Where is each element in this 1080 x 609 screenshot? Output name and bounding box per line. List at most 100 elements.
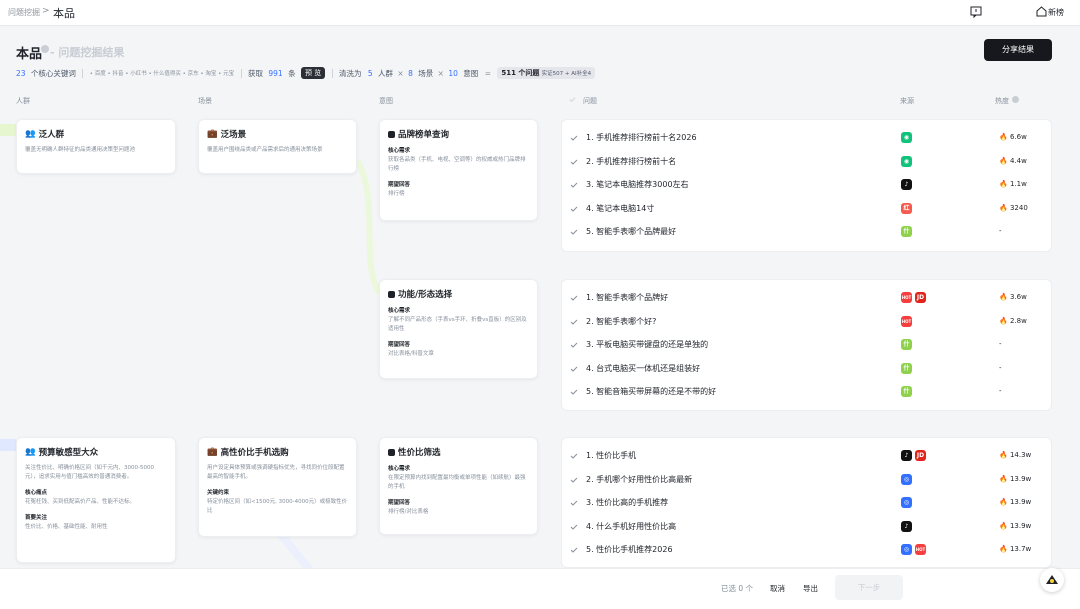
- row-checkbox[interactable]: [570, 181, 578, 189]
- question-row[interactable]: 2. 手机哪个好用性价比高最新 ◎ 🔥 13.9w: [562, 469, 1053, 491]
- tiktok-icon[interactable]: ♪: [901, 179, 912, 190]
- redtag-icon[interactable]: HOT: [901, 315, 912, 327]
- row-checkbox[interactable]: [570, 341, 578, 349]
- scene-card-desc: 覆盖用户围绕品类或产品需求后的通用决策场景: [207, 147, 323, 153]
- intent-card-title: 品牌榜单查询: [388, 128, 529, 140]
- question-panel-3: 1. 性价比手机 ♪ JD 🔥 14.3w 2. 手机哪个好用性价比高最新 ◎ 🔥 13.9…: [561, 437, 1052, 568]
- intent-card-brand-ranking[interactable]: 品牌榜单查询 核心需求 获取各品类（手机、电视、空调等）的权威或热门品牌排行榜 …: [379, 119, 538, 221]
- preview-button[interactable]: 预 览: [300, 67, 326, 79]
- question-row[interactable]: 5. 智能手表哪个品牌最好 什 -: [562, 221, 1053, 243]
- intent-count: 10: [448, 68, 458, 78]
- row-checkbox[interactable]: [570, 523, 578, 531]
- export-button[interactable]: 导出: [803, 583, 818, 594]
- question-row[interactable]: 1. 智能手表哪个品牌好 HOT JD 🔥 3.6w: [562, 287, 1053, 309]
- clean-label: 清洗为: [338, 68, 362, 78]
- question-row[interactable]: 1. 性价比手机 ♪ JD 🔥 14.3w: [562, 445, 1053, 467]
- home-icon[interactable]: [1036, 6, 1047, 17]
- question-row[interactable]: 5. 性价比手机推荐2026 ◎ HOT 🔥 13.7w: [562, 539, 1053, 561]
- heat-number: 13.9w: [1009, 474, 1032, 483]
- question-row[interactable]: 2. 手机推荐排行榜前十名 ◉ 🔥 4.4w: [562, 151, 1053, 173]
- row-checkbox[interactable]: [570, 476, 578, 484]
- row-checkbox[interactable]: [570, 134, 578, 142]
- chat-icon[interactable]: ◉: [901, 155, 912, 167]
- core-need-text: 获取各品类（手机、电视、空调等）的权威或热门品牌排行榜: [388, 157, 526, 172]
- flame-icon: 🔥: [999, 521, 1010, 530]
- question-text: 3. 笔记本电脑推荐3000左右: [586, 180, 689, 189]
- jd-icon[interactable]: JD: [915, 292, 926, 303]
- keywords-count: 23: [16, 68, 26, 78]
- cancel-button[interactable]: 取消: [770, 583, 785, 594]
- core-pain-label: 核心痛点: [25, 490, 48, 496]
- question-row[interactable]: 1. 手机推荐排行榜前十名2026 ◉ 🔥 6.6w: [562, 127, 1053, 149]
- page-title: 本品: [16, 47, 43, 62]
- redtag-icon[interactable]: HOT: [915, 544, 926, 555]
- question-text: 2. 手机哪个好用性价比高最新: [586, 474, 693, 484]
- question-row[interactable]: 4. 台式电脑买一体机还是组装好 什 -: [562, 358, 1053, 380]
- smzdm-icon[interactable]: 什: [901, 386, 912, 397]
- expected-answer-label: 期望回答: [388, 500, 411, 506]
- heat-value: -: [999, 227, 1002, 235]
- row-checkbox[interactable]: [570, 294, 578, 302]
- xiaohongshu-icon[interactable]: 红: [901, 202, 912, 214]
- smzdm-icon[interactable]: 什: [901, 339, 912, 350]
- baidu-icon[interactable]: ◎: [901, 473, 912, 485]
- intent-card-form-choice[interactable]: 功能/形态选择 核心需求 了解不同产品形态（手表vs手环、折叠vs直板）的区别及…: [379, 279, 538, 379]
- chat-icon[interactable]: ◉: [901, 132, 912, 143]
- share-results-button[interactable]: 分享结果: [984, 39, 1052, 61]
- heat-value: 🔥 1.1w: [999, 180, 1027, 188]
- baidu-icon[interactable]: ◎: [901, 497, 912, 508]
- question-row[interactable]: 5. 智能音箱买带屏幕的还是不带的好 什 -: [562, 381, 1053, 403]
- info-icon[interactable]: [41, 45, 49, 53]
- tiktok-icon[interactable]: ♪: [901, 520, 912, 532]
- message-icon[interactable]: [970, 6, 982, 18]
- core-need-text: 在限定预算内找到配置最均衡或单项性能（如续航）最强的手机: [388, 475, 526, 490]
- question-text: 4. 台式电脑买一体机还是组装好: [586, 363, 701, 373]
- row-checkbox[interactable]: [570, 388, 578, 396]
- tiktok-icon[interactable]: ♪: [901, 450, 912, 461]
- question-row[interactable]: 4. 什么手机好用性价比高 ♪ 🔥 13.9w: [562, 516, 1053, 538]
- question-row[interactable]: 2. 智能手表哪个好? HOT 🔥 2.8w: [562, 311, 1053, 333]
- expected-answer-text: 对比表格/科普文章: [388, 351, 434, 357]
- row-checkbox[interactable]: [570, 546, 578, 554]
- redtag-icon[interactable]: HOT: [901, 292, 912, 303]
- heat-number: 3240: [1009, 203, 1028, 212]
- next-step-button[interactable]: 下一步: [835, 575, 903, 600]
- row-checkbox[interactable]: [570, 365, 578, 373]
- scene-title-text: 高性价比手机选购: [220, 448, 289, 458]
- question-row[interactable]: 4. 笔记本电脑14寸 红 🔥 3240: [562, 198, 1053, 220]
- core-pain-text: 花冤枉钱、买到低配高价产品、性能不达标。: [25, 499, 136, 505]
- select-all-checkbox[interactable]: [569, 96, 576, 103]
- baidu-icon[interactable]: ◎: [901, 544, 912, 555]
- crowd-card-budget[interactable]: 👥 预算敏感型大众 关注性价比、明确价格区间（如千元内、3000-5000元），追…: [16, 437, 176, 563]
- row-checkbox[interactable]: [570, 452, 578, 460]
- column-header-scene: 场景: [198, 97, 212, 105]
- row-checkbox[interactable]: [570, 499, 578, 507]
- flame-icon: 🔥: [999, 316, 1010, 325]
- row-checkbox[interactable]: [570, 205, 578, 213]
- heat-info-icon[interactable]: [1012, 96, 1019, 103]
- smzdm-icon[interactable]: 什: [901, 226, 912, 237]
- intent-card-value-filter[interactable]: 性价比筛选 核心需求 在限定预算内找到配置最均衡或单项性能（如续航）最强的手机 …: [379, 437, 538, 535]
- breadcrumb-root[interactable]: 问题挖掘: [8, 7, 40, 18]
- column-header-crowd: 人群: [16, 97, 30, 105]
- heat-number: -: [999, 227, 1002, 235]
- scene-title-text: 泛场景: [220, 130, 247, 140]
- question-text: 4. 什么手机好用性价比高: [586, 521, 677, 531]
- crowd-card-general[interactable]: 👥 泛人群 覆盖无明确人群特征的品类通用决策型问题池: [16, 119, 176, 174]
- smzdm-icon[interactable]: 什: [901, 362, 912, 374]
- assistant-float-button[interactable]: [1040, 568, 1064, 592]
- question-row[interactable]: 3. 笔记本电脑推荐3000左右 ♪ 🔥 1.1w: [562, 174, 1053, 196]
- scene-card-general[interactable]: 💼 泛场景 覆盖用户围绕品类或产品需求后的通用决策场景: [198, 119, 357, 174]
- question-row[interactable]: 3. 性价比高的手机推荐 ◎ 🔥 13.9w: [562, 492, 1053, 514]
- scene-card-value-phone[interactable]: 💼 高性价比手机选购 用户设定具体预算或强调硬指标优先，寻找同价位段配置最高的智能…: [198, 437, 357, 537]
- column-header-heat: 热度: [995, 97, 1009, 105]
- row-checkbox[interactable]: [570, 228, 578, 236]
- arrow-symbol: =: [484, 68, 491, 78]
- new-list-link[interactable]: 新榜: [1048, 7, 1064, 18]
- stats-row: 23 个核心关键词 • 百度 • 抖音 • 小红书 • 什么值得买 • 京东 •…: [16, 67, 596, 81]
- crowd-count: 5: [367, 68, 373, 78]
- row-checkbox[interactable]: [570, 318, 578, 326]
- row-checkbox[interactable]: [570, 158, 578, 166]
- jd-icon[interactable]: JD: [915, 450, 926, 461]
- question-row[interactable]: 3. 平板电脑买带键盘的还是单独的 什 -: [562, 334, 1053, 356]
